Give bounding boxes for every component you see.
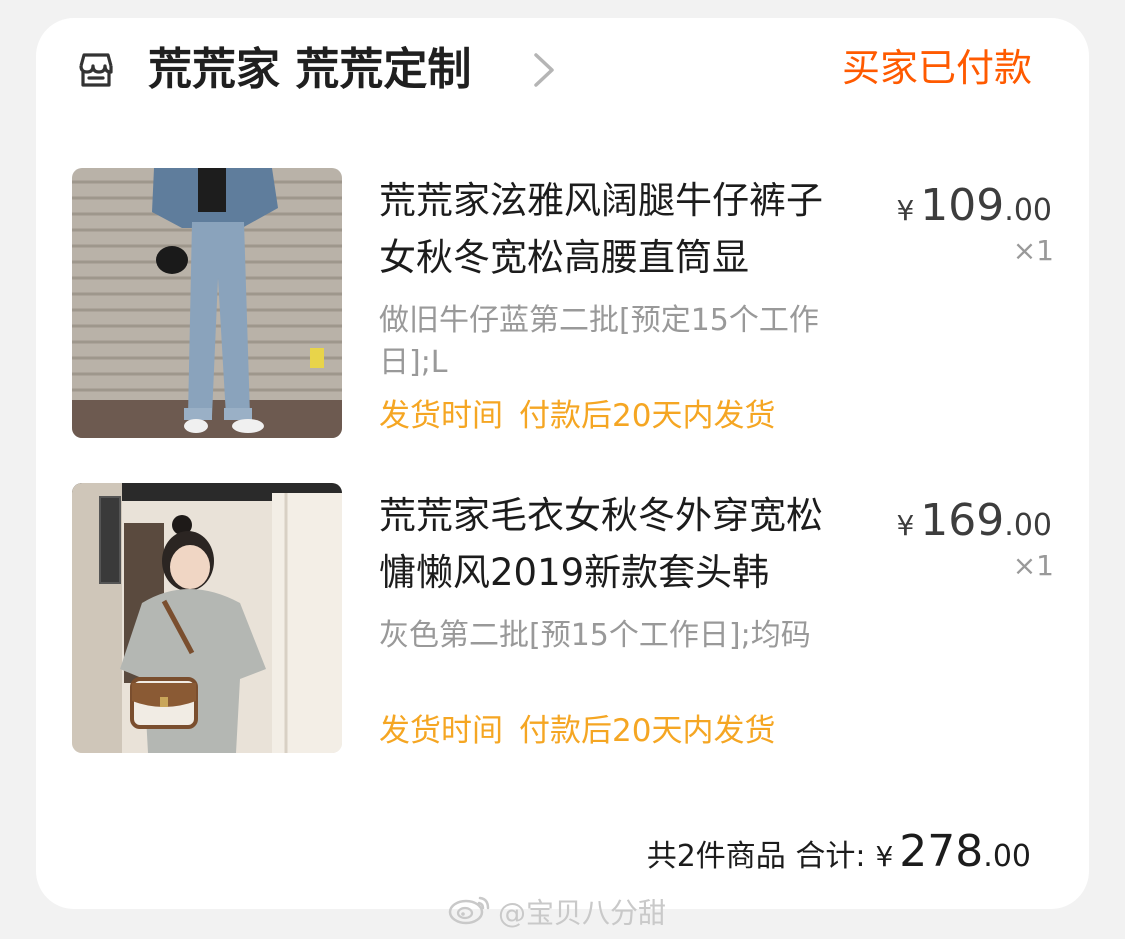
- total-label: 合计:: [795, 839, 866, 874]
- product-quantity: ×1: [1012, 549, 1054, 582]
- price-symbol: ¥: [896, 194, 915, 227]
- product-quantity: ×1: [1012, 234, 1054, 267]
- product-price: ¥169.00: [896, 495, 1052, 546]
- price-decimal: .00: [1004, 508, 1052, 543]
- product-title[interactable]: 荒荒家泫雅风阔腿牛仔裤子女秋冬宽松高腰直筒显: [379, 172, 859, 286]
- product-photo-sweater[interactable]: [72, 483, 342, 753]
- shipping-info: 发货时间 付款后20天内发货: [379, 709, 775, 753]
- order-item[interactable]: 荒荒家毛衣女秋冬外穿宽松慵懒风2019新款套头韩 灰色第二批[预15个工作日];…: [72, 483, 1062, 755]
- price-integer: 169: [920, 495, 1005, 546]
- shipping-label: 发货时间: [379, 398, 503, 434]
- shipping-info: 发货时间 付款后20天内发货: [379, 394, 775, 438]
- store-icon: [74, 48, 118, 92]
- product-title[interactable]: 荒荒家毛衣女秋冬外穿宽松慵懒风2019新款套头韩: [379, 487, 859, 601]
- shipping-value: 付款后20天内发货: [519, 398, 776, 434]
- order-status: 买家已付款: [841, 46, 1032, 90]
- product-price: ¥109.00: [896, 180, 1052, 231]
- product-sku: 做旧牛仔蓝第二批[预定15个工作日];L: [379, 303, 819, 380]
- product-photo-jeans[interactable]: [72, 168, 342, 438]
- product-sku: 灰色第二批[预15个工作日];均码: [379, 618, 811, 653]
- total-integer: 278: [899, 826, 984, 877]
- item-count: 共2件商品: [646, 839, 786, 874]
- shipping-value: 付款后20天内发货: [519, 713, 776, 749]
- price-integer: 109: [920, 180, 1005, 231]
- price-symbol: ¥: [896, 509, 915, 542]
- total-symbol: ¥: [875, 840, 894, 873]
- chevron-right-icon[interactable]: [526, 48, 566, 92]
- shop-name[interactable]: 荒荒家 荒荒定制: [148, 42, 471, 98]
- watermark-text: @宝贝八分甜: [498, 896, 667, 930]
- price-decimal: .00: [1004, 193, 1052, 228]
- watermark: @宝贝八分甜: [448, 892, 666, 937]
- weibo-icon: [448, 892, 492, 937]
- shop-header[interactable]: 荒荒家 荒荒定制 买家已付款: [36, 40, 1032, 100]
- order-item[interactable]: 荒荒家泫雅风阔腿牛仔裤子女秋冬宽松高腰直筒显 做旧牛仔蓝第二批[预定15个工作日…: [72, 168, 1062, 440]
- shipping-label: 发货时间: [379, 713, 503, 749]
- order-card: [36, 18, 1089, 909]
- order-summary: 共2件商品 合计: ¥278.00: [647, 826, 1031, 883]
- total-decimal: .00: [983, 839, 1031, 874]
